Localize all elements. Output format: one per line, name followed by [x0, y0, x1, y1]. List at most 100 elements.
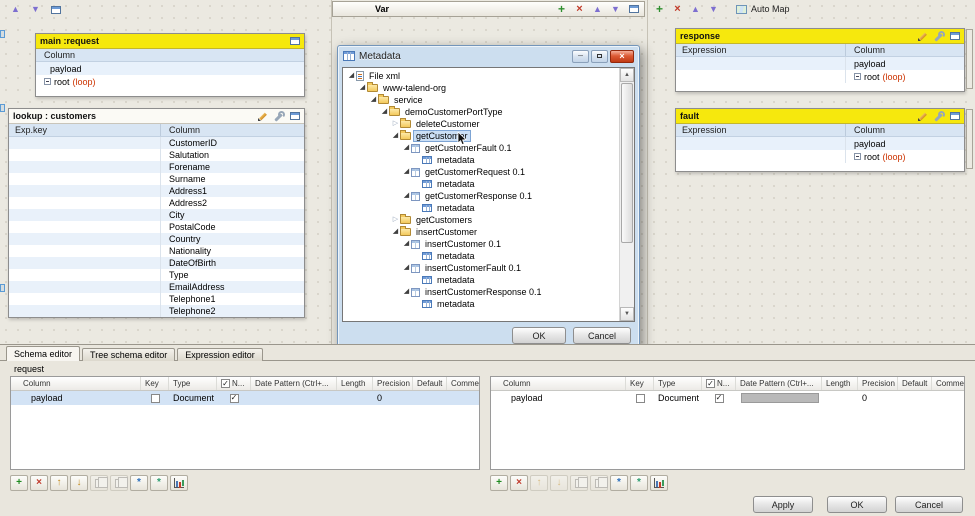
- tree-item[interactable]: metadata: [343, 178, 619, 190]
- minimize-var-icon[interactable]: [626, 2, 641, 16]
- nullable-all-checkbox[interactable]: ✓: [221, 379, 230, 388]
- default-cell[interactable]: [898, 391, 932, 405]
- tree-item[interactable]: ◢ getCustomer: [343, 130, 619, 146]
- column-name-cell[interactable]: Type: [161, 270, 189, 280]
- minimize-tables-icon[interactable]: [48, 3, 63, 17]
- close-button[interactable]: ×: [610, 49, 634, 63]
- tree-item[interactable]: ◢ insertCustomerResponse 0.1: [343, 286, 619, 298]
- column-name-cell[interactable]: EmailAddress: [161, 282, 225, 292]
- expression-key-cell[interactable]: [9, 173, 161, 185]
- tree-item[interactable]: ◢ insertCustomer 0.1: [343, 238, 619, 250]
- minimize-table-icon[interactable]: [290, 112, 300, 120]
- add-output-icon[interactable]: +: [652, 2, 667, 16]
- payload-row[interactable]: payload: [36, 62, 304, 75]
- fault-header[interactable]: fault: [676, 109, 964, 124]
- length-cell[interactable]: [337, 391, 373, 405]
- expression-key-cell[interactable]: [9, 233, 161, 245]
- tree-item[interactable]: ▷ deleteCustomer: [343, 118, 619, 130]
- expression-key-cell[interactable]: [9, 221, 161, 233]
- tree-item[interactable]: ◢ demoCustomerPortType: [343, 106, 619, 118]
- schema-row[interactable]: payload Document ✓ 0: [491, 391, 964, 405]
- root-row[interactable]: root (loop): [36, 75, 304, 88]
- lookup-row[interactable]: Forename: [9, 161, 304, 173]
- move-down-icon[interactable]: ▼: [28, 3, 43, 17]
- schema-type-cell[interactable]: Document: [654, 391, 702, 405]
- tree-expander-icon[interactable]: ◢: [369, 94, 378, 106]
- nullable-cell[interactable]: ✓: [702, 391, 736, 405]
- nullable-cell[interactable]: ✓: [217, 391, 251, 405]
- column-name-cell[interactable]: Salutation: [161, 150, 209, 160]
- scroll-down-button[interactable]: ▼: [620, 307, 634, 321]
- remove-column-button[interactable]: ×: [510, 475, 528, 491]
- lookup-row[interactable]: Surname: [9, 173, 304, 185]
- precision-cell[interactable]: 0: [858, 391, 898, 405]
- export-schema-button[interactable]: *: [150, 475, 168, 491]
- lookup-row[interactable]: CustomerID: [9, 137, 304, 149]
- var-move-down-icon[interactable]: ▼: [608, 2, 623, 16]
- response-header[interactable]: response: [676, 29, 964, 44]
- expression-key-cell[interactable]: [9, 257, 161, 269]
- expression-cell[interactable]: [676, 70, 846, 83]
- root-row[interactable]: root (loop): [676, 70, 964, 83]
- column-name-cell[interactable]: Telephone1: [161, 294, 216, 304]
- output-move-down-icon[interactable]: ▼: [706, 2, 721, 16]
- default-cell[interactable]: [413, 391, 447, 405]
- cancel-button[interactable]: Cancel: [895, 496, 963, 513]
- nullable-all-checkbox[interactable]: ✓: [706, 379, 715, 388]
- tree-item[interactable]: metadata: [343, 154, 619, 166]
- expression-key-cell[interactable]: [9, 185, 161, 197]
- expression-key-cell[interactable]: [9, 161, 161, 173]
- tree-expander-icon[interactable]: ◢: [402, 142, 411, 154]
- column-name-cell[interactable]: Country: [161, 234, 201, 244]
- expression-key-cell[interactable]: [9, 281, 161, 293]
- lookup-row[interactable]: EmailAddress: [9, 281, 304, 293]
- table-settings-icon[interactable]: [934, 30, 945, 42]
- precision-cell[interactable]: 0: [373, 391, 413, 405]
- expression-key-cell[interactable]: [9, 305, 161, 317]
- dialog-titlebar[interactable]: Metadata ─ ×: [338, 46, 639, 66]
- table-settings-icon[interactable]: [934, 110, 945, 122]
- column-name-cell[interactable]: Surname: [161, 174, 206, 184]
- tree-item[interactable]: ◢ getCustomerFault 0.1: [343, 142, 619, 154]
- tree-expander-icon[interactable]: ◢: [402, 166, 411, 178]
- tree-item[interactable]: ◢ insertCustomer: [343, 226, 619, 238]
- expression-key-cell[interactable]: [9, 293, 161, 305]
- columns-view-button[interactable]: [650, 475, 668, 491]
- expression-editor-icon[interactable]: [258, 111, 269, 122]
- move-down-button[interactable]: ↓: [70, 475, 88, 491]
- lookup-row[interactable]: Type: [9, 269, 304, 281]
- expression-key-cell[interactable]: [9, 197, 161, 209]
- move-up-button[interactable]: ↑: [50, 475, 68, 491]
- scroll-thumb[interactable]: [621, 83, 633, 243]
- schema-type-cell[interactable]: Document: [169, 391, 217, 405]
- column-name-cell[interactable]: Address1: [161, 186, 207, 196]
- key-checkbox[interactable]: [150, 393, 160, 403]
- column-name-cell[interactable]: City: [161, 210, 185, 220]
- payload-row[interactable]: payload: [676, 57, 964, 70]
- column-name-cell[interactable]: CustomerID: [161, 138, 217, 148]
- date-pattern-cell[interactable]: [736, 391, 822, 405]
- minimize-table-icon[interactable]: [950, 112, 960, 120]
- minimize-table-icon[interactable]: [950, 32, 960, 40]
- key-cell[interactable]: [626, 391, 654, 405]
- column-name-cell[interactable]: Nationality: [161, 246, 211, 256]
- key-cell[interactable]: [141, 391, 169, 405]
- tree-expander-icon[interactable]: ◢: [402, 262, 411, 274]
- expression-cell[interactable]: [676, 137, 846, 150]
- columns-view-button[interactable]: [170, 475, 188, 491]
- apply-button[interactable]: Apply: [753, 496, 813, 513]
- tree-expander-icon[interactable]: ◢: [402, 238, 411, 250]
- fault-scrollbar[interactable]: [966, 109, 973, 169]
- tab-expression-editor[interactable]: Expression editor: [177, 348, 263, 361]
- tab-tree-schema-editor[interactable]: Tree schema editor: [82, 348, 176, 361]
- add-column-button[interactable]: +: [490, 475, 508, 491]
- minimize-button[interactable]: ─: [572, 49, 589, 63]
- tree-expander-icon[interactable]: ◢: [402, 190, 411, 202]
- main-request-header[interactable]: main :request: [36, 34, 304, 49]
- lookup-row[interactable]: PostalCode: [9, 221, 304, 233]
- tree-expander-icon[interactable]: ◢: [391, 226, 400, 238]
- column-name-cell[interactable]: Telephone2: [161, 306, 216, 316]
- tree-item[interactable]: ◢ www-talend-org: [343, 82, 619, 94]
- expression-key-cell[interactable]: [9, 269, 161, 281]
- remove-var-icon[interactable]: ×: [572, 2, 587, 16]
